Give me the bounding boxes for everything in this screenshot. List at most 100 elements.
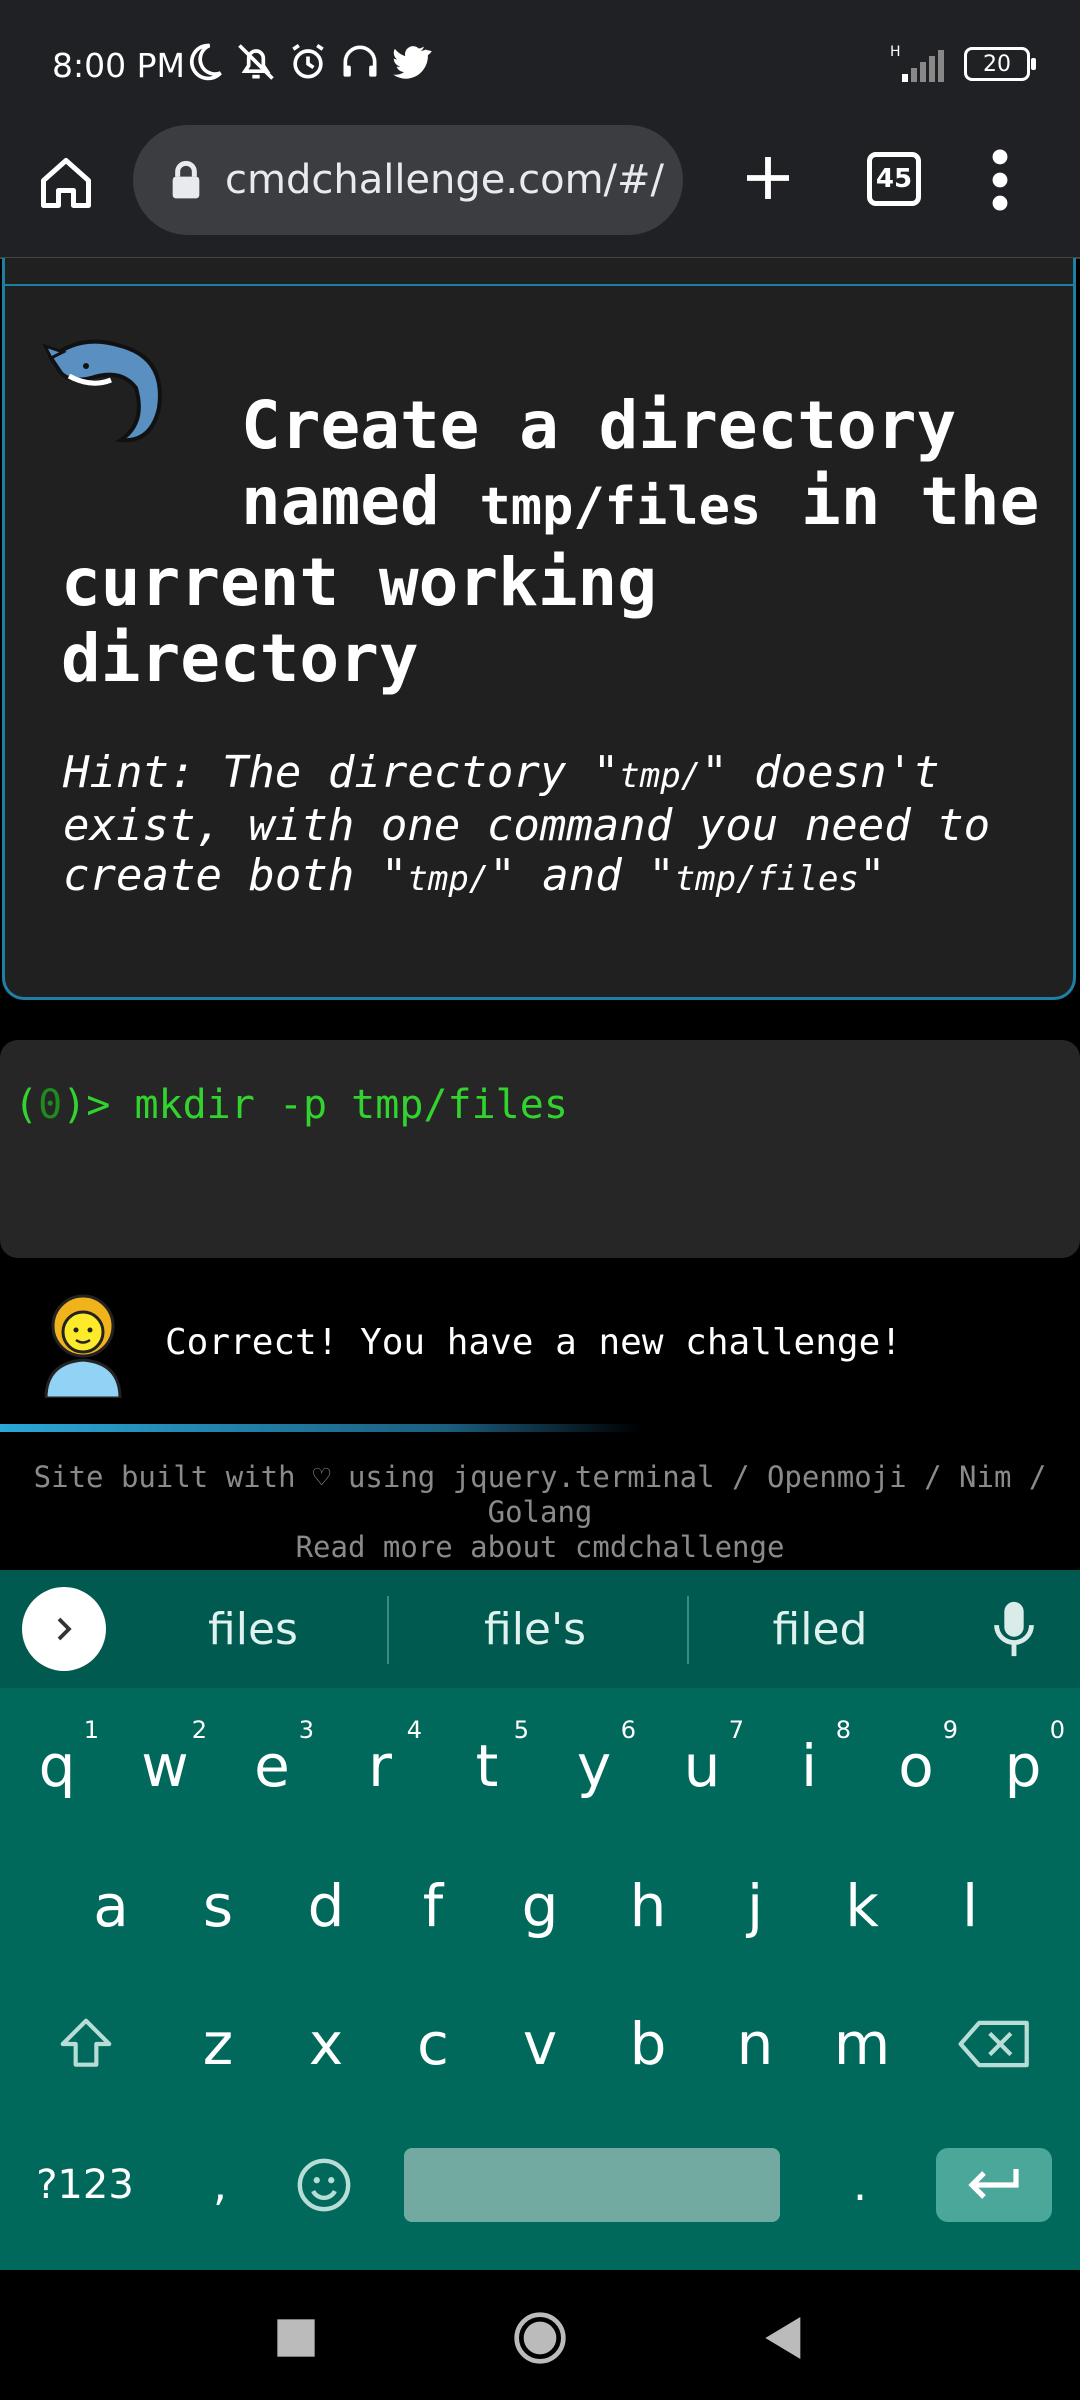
card-divider: [5, 284, 1073, 286]
backspace-key[interactable]: [945, 1984, 1045, 2104]
address-bar[interactable]: cmdchallenge.com/#/: [133, 125, 683, 235]
suggestion-2[interactable]: file's: [400, 1570, 670, 1688]
url-text: cmdchallenge.com/#/: [225, 157, 665, 203]
hint-text: " and ": [489, 850, 675, 901]
key-g[interactable]: g: [490, 1846, 590, 1966]
hint-text: Hint: The directory ": [63, 747, 620, 798]
key-letter: p: [1004, 1732, 1042, 1800]
key-l[interactable]: l: [920, 1846, 1020, 1966]
key-d[interactable]: d: [276, 1846, 376, 1966]
progress-line: [0, 1424, 640, 1432]
key-digit: 6: [620, 1716, 636, 1744]
suggestion-1[interactable]: files: [118, 1570, 388, 1688]
key-digit: 3: [298, 1716, 314, 1744]
title-code: tmp/files: [479, 477, 762, 537]
emoji-key[interactable]: [274, 2125, 374, 2245]
suggestion-bar: files file's filed: [0, 1570, 1080, 1688]
home-nav-icon[interactable]: [512, 2310, 568, 2366]
twitter-icon: [393, 46, 432, 79]
hint-text: ": [858, 850, 886, 901]
result-text: Correct! You have a new challenge!: [165, 1322, 902, 1363]
key-c[interactable]: c: [383, 1984, 483, 2104]
symbols-key[interactable]: ?123: [20, 2140, 150, 2230]
key-letter: y: [576, 1732, 612, 1800]
key-b[interactable]: b: [598, 1984, 698, 2104]
terminal[interactable]: (0)> mkdir -p tmp/files: [0, 1040, 1080, 1258]
key-f[interactable]: f: [383, 1846, 483, 1966]
key-letter: w: [141, 1732, 189, 1800]
emoji-icon: [297, 2158, 351, 2212]
key-letter: o: [898, 1732, 934, 1800]
challenge-title: Create a directory named tmp/files in th…: [61, 388, 1051, 697]
key-t[interactable]: t5: [437, 1706, 537, 1826]
chevron-right-icon: [57, 1617, 72, 1641]
hint-text: " doesn't: [701, 747, 940, 798]
tab-switcher-button[interactable]: 45: [867, 152, 921, 206]
home-icon[interactable]: [36, 153, 96, 213]
key-k[interactable]: k: [812, 1846, 912, 1966]
prompt-close: )>: [62, 1082, 135, 1128]
microphone-icon[interactable]: [990, 1598, 1038, 1660]
enter-key[interactable]: [936, 2148, 1052, 2222]
key-v[interactable]: v: [490, 1984, 590, 2104]
new-tab-icon[interactable]: [740, 150, 796, 206]
key-q[interactable]: q1: [7, 1706, 107, 1826]
recents-icon[interactable]: [268, 2310, 324, 2366]
status-icons: [182, 40, 434, 84]
key-u[interactable]: u7: [652, 1706, 752, 1826]
key-digit: 5: [513, 1716, 529, 1744]
moon-icon: [189, 43, 222, 81]
key-s[interactable]: s: [168, 1846, 268, 1966]
site-footer: Site built with ♡ using jquery.terminal …: [20, 1460, 1060, 1565]
title-in-the: in the: [800, 463, 1040, 540]
key-y[interactable]: y6: [544, 1706, 644, 1826]
key-p[interactable]: p0: [973, 1706, 1073, 1826]
comma-key[interactable]: ,: [170, 2125, 270, 2245]
key-digit: 1: [83, 1716, 99, 1744]
lock-icon: [172, 160, 200, 199]
headset-icon: [343, 45, 377, 77]
on-screen-keyboard: files file's filed q1 w2 e3 r4 t5 y6 u7 …: [0, 1570, 1080, 2270]
more-menu-icon[interactable]: [990, 147, 1010, 213]
backspace-icon: [958, 2020, 1029, 2068]
signal-icon: H: [890, 44, 944, 82]
title-line-3: current working: [61, 544, 658, 621]
space-key[interactable]: [404, 2148, 780, 2222]
system-nav-bar: [0, 2270, 1080, 2400]
person-avatar-icon: [44, 1294, 122, 1398]
hint-code: tmp/files: [674, 859, 859, 899]
read-more-link[interactable]: Read more about cmdchallenge: [20, 1530, 1060, 1565]
key-z[interactable]: z: [168, 1984, 268, 2104]
battery-level: 20: [983, 51, 1011, 77]
suggestion-3[interactable]: filed: [685, 1570, 955, 1688]
key-w[interactable]: w2: [115, 1706, 215, 1826]
status-bar: 8:00 PM H 20: [0, 0, 1080, 125]
title-named: named: [241, 463, 440, 540]
key-digit: 0: [1049, 1716, 1065, 1744]
key-letter: t: [475, 1732, 499, 1800]
key-r[interactable]: r4: [330, 1706, 430, 1826]
period-key[interactable]: .: [810, 2125, 910, 2245]
key-j[interactable]: j: [705, 1846, 805, 1966]
key-i[interactable]: i8: [759, 1706, 859, 1826]
hint-code: tmp/: [407, 859, 490, 899]
key-n[interactable]: n: [705, 1984, 805, 2104]
keyboard-toolbar-toggle[interactable]: [22, 1587, 106, 1671]
terminal-command-line[interactable]: (0)> mkdir -p tmp/files: [14, 1082, 568, 1128]
key-o[interactable]: o9: [866, 1706, 966, 1826]
key-m[interactable]: m: [812, 1984, 912, 2104]
key-h[interactable]: h: [598, 1846, 698, 1966]
battery-icon: 20: [964, 47, 1036, 81]
key-a[interactable]: a: [61, 1846, 161, 1966]
key-digit: 4: [406, 1716, 422, 1744]
key-x[interactable]: x: [276, 1984, 376, 2104]
hint-text: create both ": [63, 850, 408, 901]
key-e[interactable]: e3: [222, 1706, 322, 1826]
shift-key[interactable]: [36, 1984, 136, 2104]
enter-icon: [968, 2169, 1019, 2199]
back-icon[interactable]: [756, 2310, 812, 2366]
footer-credits-cont: Golang: [487, 1495, 593, 1529]
hint-code: tmp/: [619, 756, 702, 796]
tab-count: 45: [875, 164, 913, 194]
footer-credits: Site built with ♡ using jquery.terminal …: [33, 1460, 1047, 1494]
